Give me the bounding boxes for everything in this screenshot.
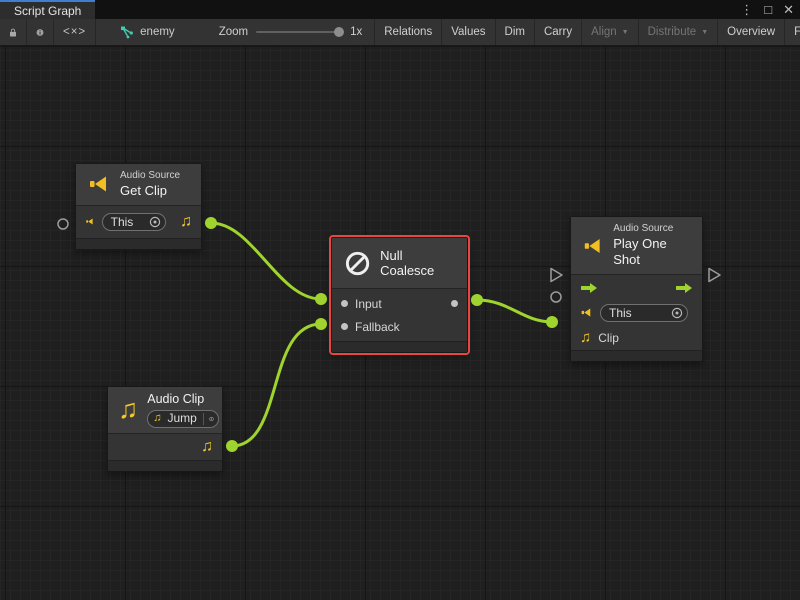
zoom-control: Zoom 1x <box>219 19 376 45</box>
fallback-port-row[interactable]: Fallback <box>332 315 467 338</box>
flow-in-arrow-icon[interactable] <box>580 282 598 294</box>
unconnected-port-getclip-this[interactable] <box>58 219 68 229</box>
flow-out-arrow-icon[interactable] <box>675 282 693 294</box>
graph-name: enemy <box>140 26 175 38</box>
dim-button[interactable]: Dim <box>496 19 535 45</box>
graph-breadcrumb[interactable]: enemy <box>110 19 185 45</box>
graph-canvas[interactable]: Audio Source Get Clip This ♫ <box>0 47 800 600</box>
overview-button[interactable]: Overview <box>718 19 785 45</box>
zoom-slider-handle[interactable] <box>334 27 344 37</box>
node-play-one-shot[interactable]: Audio Source Play One Shot T <box>570 216 703 362</box>
node-play-one-shot-header[interactable]: Audio Source Play One Shot <box>571 217 702 275</box>
flow-port-row[interactable] <box>571 275 702 300</box>
audio-source-icon <box>582 234 604 258</box>
tab-script-graph[interactable]: Script Graph <box>0 0 95 19</box>
info-icon <box>36 26 44 39</box>
clip-port-row[interactable]: ♫ Clip <box>571 325 702 350</box>
chevron-down-icon: ▼ <box>622 29 629 36</box>
zoom-slider[interactable] <box>256 31 342 33</box>
connected-port-audioclip-out[interactable] <box>226 440 238 452</box>
connected-port-null-fallback[interactable] <box>315 318 327 330</box>
node-category: Audio Source <box>613 223 691 236</box>
info-button[interactable] <box>27 19 54 45</box>
this-target-field[interactable]: This <box>600 304 688 322</box>
connected-port-getclip-out[interactable] <box>205 217 217 229</box>
audio-clip-icon: ♫ <box>118 396 138 423</box>
node-audio-clip[interactable]: ♫ Audio Clip ♫ Jump ♫ <box>107 386 223 472</box>
toolbar-right-group: Relations Values Dim Carry Align ▼ Distr… <box>375 19 800 45</box>
input-port-row[interactable]: Input <box>332 292 467 315</box>
unconnected-port-playoneshot-this[interactable] <box>551 292 561 302</box>
node-null-coalesce[interactable]: Null Coalesce Input Fallback <box>331 237 468 353</box>
fallback-port-icon[interactable] <box>341 323 348 330</box>
node-audio-clip-header[interactable]: ♫ Audio Clip ♫ Jump <box>108 387 222 434</box>
maximize-icon[interactable]: □ <box>764 1 772 18</box>
toolbar: <×> enemy Zoom 1x Relations Values Dim C… <box>0 19 800 46</box>
window-controls: ⋮ □ ✕ <box>740 1 794 18</box>
connected-port-null-input[interactable] <box>315 293 327 305</box>
graph-icon <box>120 26 134 39</box>
lock-button[interactable] <box>0 19 27 45</box>
node-footer <box>571 350 702 361</box>
audio-source-icon <box>87 172 111 196</box>
distribute-button[interactable]: Distribute ▼ <box>639 19 719 45</box>
unconnected-flow-in-port[interactable] <box>551 269 562 282</box>
node-footer <box>332 341 467 352</box>
node-footer <box>108 460 222 471</box>
wire-getclip-to-input[interactable] <box>211 223 321 299</box>
unconnected-flow-out-port[interactable] <box>709 269 720 282</box>
node-null-coalesce-header[interactable]: Null Coalesce <box>332 238 467 289</box>
tab-title: Script Graph <box>14 4 81 18</box>
audio-source-mini-icon <box>580 306 593 319</box>
node-get-clip[interactable]: Audio Source Get Clip This ♫ <box>75 163 202 250</box>
object-picker-icon[interactable] <box>209 413 214 425</box>
this-target-field[interactable]: This <box>102 213 166 231</box>
align-button[interactable]: Align ▼ <box>582 19 639 45</box>
node-title: Audio Clip <box>147 392 219 408</box>
this-port-row[interactable]: This <box>571 300 702 325</box>
node-title: Play One Shot <box>613 236 691 269</box>
zoom-value: 1x <box>350 26 362 38</box>
node-get-clip-header[interactable]: Audio Source Get Clip <box>76 164 201 206</box>
audio-clip-port-icon[interactable]: ♫ <box>580 330 591 345</box>
audio-clip-object-field[interactable]: ♫ Jump <box>147 410 219 428</box>
node-title: Get Clip <box>120 183 180 199</box>
node-title: Null Coalesce <box>380 248 455 278</box>
wire-audioclip-to-fallback[interactable] <box>232 324 321 446</box>
full-screen-button[interactable]: Full Screen <box>785 19 800 45</box>
wire-null-to-clip[interactable] <box>477 300 552 322</box>
audio-clip-port-icon[interactable]: ♫ <box>180 214 192 230</box>
chevron-down-icon: ▼ <box>701 29 708 36</box>
output-port-row[interactable]: ♫ <box>108 434 222 460</box>
object-picker-icon[interactable] <box>149 216 161 228</box>
input-port-icon[interactable] <box>341 300 348 307</box>
code-preview-button[interactable]: <×> <box>54 19 96 45</box>
audio-clip-port-icon[interactable]: ♫ <box>201 439 213 455</box>
values-button[interactable]: Values <box>442 19 495 45</box>
tab-bar: Script Graph ⋮ □ ✕ <box>0 0 800 19</box>
object-picker-icon[interactable] <box>671 307 683 319</box>
close-icon[interactable]: ✕ <box>783 1 794 18</box>
carry-button[interactable]: Carry <box>535 19 582 45</box>
result-port-icon[interactable] <box>451 300 458 307</box>
lock-icon <box>9 26 17 39</box>
music-note-mini-icon: ♫ <box>153 413 161 424</box>
relations-button[interactable]: Relations <box>375 19 442 45</box>
null-coalesce-icon <box>344 249 371 278</box>
connected-port-null-out[interactable] <box>471 294 483 306</box>
menu-kebab-icon[interactable]: ⋮ <box>740 1 753 18</box>
zoom-label: Zoom <box>219 26 248 38</box>
connected-port-playoneshot-clip[interactable] <box>546 316 558 328</box>
node-footer <box>76 238 201 249</box>
node-category: Audio Source <box>120 170 180 183</box>
audio-source-mini-icon <box>85 215 95 228</box>
